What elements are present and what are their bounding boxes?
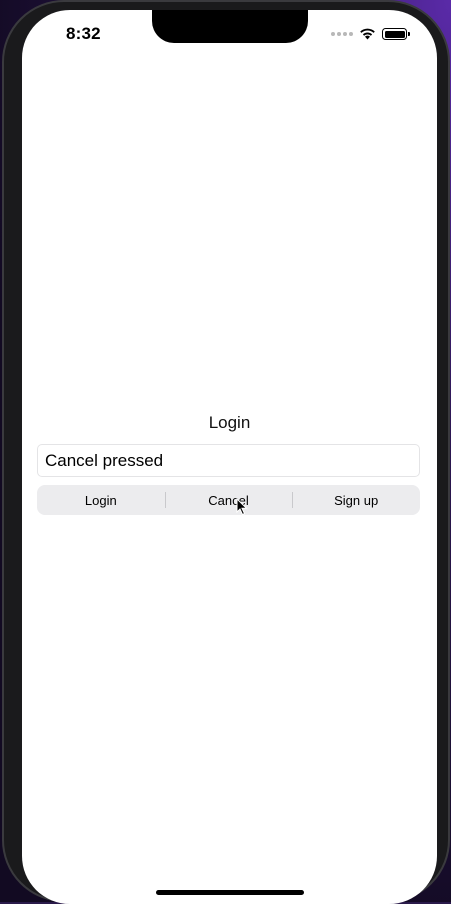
- signal-dots-icon: [331, 32, 353, 36]
- phone-frame: 8:32 Login Cancel pressed Login Cancel S…: [2, 0, 450, 904]
- segment-sign-up[interactable]: Sign up: [292, 485, 420, 515]
- segment-login[interactable]: Login: [37, 485, 165, 515]
- mouse-pointer-icon: [236, 498, 248, 516]
- battery-icon: [382, 28, 410, 40]
- status-text-field[interactable]: Cancel pressed: [37, 444, 420, 477]
- notch: [152, 10, 308, 43]
- segment-cancel[interactable]: Cancel: [164, 485, 293, 515]
- segmented-control: Login Cancel Sign up: [37, 485, 420, 515]
- home-indicator[interactable]: [156, 890, 304, 895]
- status-time: 8:32: [66, 24, 101, 43]
- phone-screen: 8:32 Login Cancel pressed Login Cancel S…: [22, 10, 437, 904]
- page-title: Login: [208, 413, 251, 432]
- wifi-icon: [360, 28, 375, 40]
- status-icons: [331, 28, 410, 40]
